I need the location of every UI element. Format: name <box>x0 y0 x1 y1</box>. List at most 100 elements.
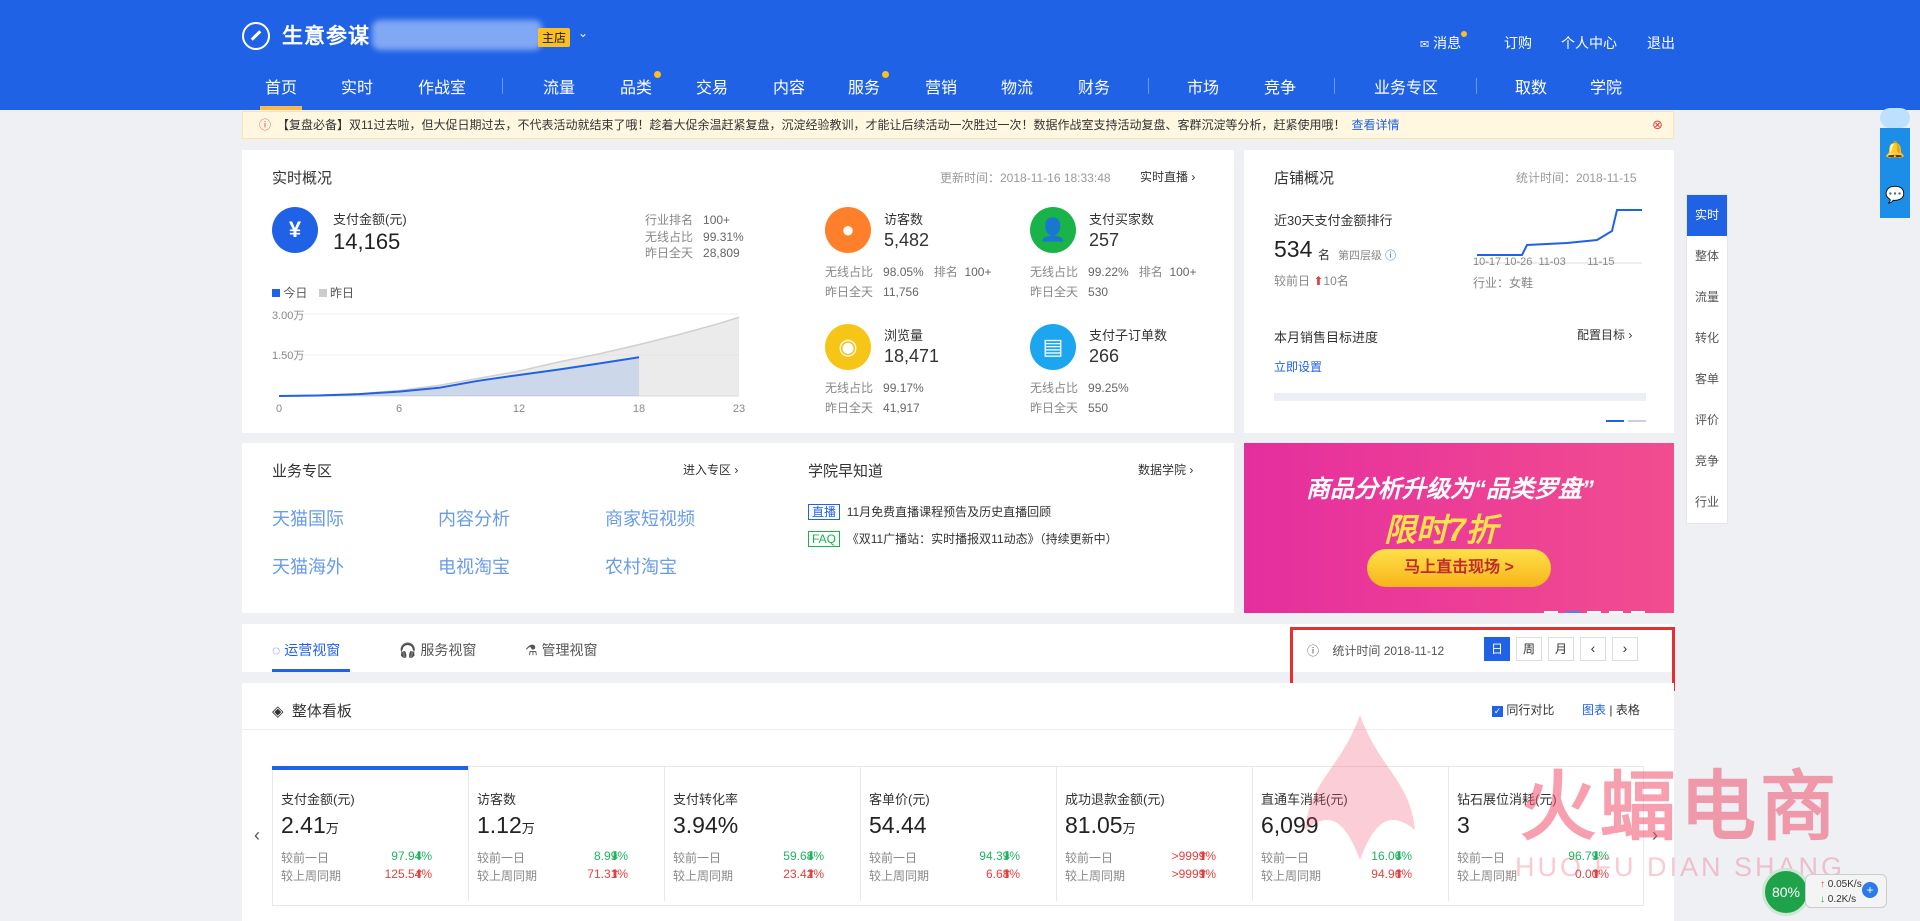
period-week-button[interactable]: 周 <box>1516 637 1542 661</box>
compare-toggle[interactable]: ✓ 同行对比 <box>1492 701 1554 718</box>
brand-name[interactable]: 生意参谋 <box>282 20 370 50</box>
next-date-button[interactable]: › <box>1612 637 1638 661</box>
kpi-compare-day: 较前一日 59.68% ⬇ <box>673 849 824 865</box>
biz-link[interactable]: 电视淘宝 <box>438 553 510 579</box>
metric-stats: 无线占比 99.17% 昨日全天 41,917 <box>825 381 924 415</box>
live-link[interactable]: 实时直播 › <box>1140 168 1195 185</box>
kpi-card[interactable]: 支付转化率 3.94% 较前一日 59.68% ⬇ 较上周同期 23.42% ⬆ <box>665 767 861 901</box>
arrow-down-icon: ⬇ <box>413 849 424 863</box>
nav-finance[interactable]: 财务 <box>1078 74 1110 98</box>
kpi-card[interactable]: 访客数 1.12万 较前一日 8.99% ⬇ 较上周同期 71.31% ⬆ <box>469 767 665 901</box>
anchor-traffic[interactable]: 流量 <box>1687 277 1727 318</box>
biz-link[interactable]: 商家短视频 <box>605 505 695 531</box>
nav-marketing[interactable]: 营销 <box>925 74 957 98</box>
nav-war-room[interactable]: 作战室 <box>418 74 466 98</box>
chevron-down-icon[interactable]: ⌄ <box>578 26 588 40</box>
pager-dot[interactable] <box>1587 611 1602 613</box>
set-now-link[interactable]: 立即设置 <box>1274 358 1322 375</box>
kpi-card[interactable]: 支付金额(元) 2.41万 较前一日 97.94% ⬇ 较上周同期 125.54% ⬆ <box>273 767 469 901</box>
nav-logistics[interactable]: 物流 <box>1001 74 1033 98</box>
notice-text: 【复盘必备】双11过去啦，但大促日期过去，不代表活动就结束了哦！趁着大促余温赶紧… <box>277 118 1346 132</box>
academy-item[interactable]: FAQ 《双11广播站：实时播报双11动态》（持续更新中） <box>808 530 1118 547</box>
anchor-conversion[interactable]: 转化 <box>1687 318 1727 359</box>
nav-service[interactable]: 服务 <box>848 71 890 98</box>
anchor-realtime[interactable]: 实时 <box>1687 195 1727 236</box>
chat-icon[interactable]: 💬 <box>1880 173 1910 218</box>
nav-data-fetch[interactable]: 取数 <box>1515 74 1547 98</box>
bell-icon[interactable]: 🔔 <box>1880 128 1910 173</box>
message-link[interactable]: ✉ 消息 <box>1420 31 1468 53</box>
subscribe-link[interactable]: 订购 <box>1504 33 1532 53</box>
arrow-down-icon: ⬇ <box>1001 849 1012 863</box>
nav-market[interactable]: 市场 <box>1187 74 1219 98</box>
nav-business-zone[interactable]: 业务专区 <box>1374 74 1438 98</box>
pager-dot[interactable] <box>1565 611 1580 613</box>
checkbox-checked-icon[interactable]: ✓ <box>1492 706 1503 717</box>
nav-competition[interactable]: 竞争 <box>1264 74 1296 98</box>
arrow-down-icon: ⬇ <box>609 849 620 863</box>
logout-link[interactable]: 退出 <box>1647 33 1675 53</box>
notice-detail-link[interactable]: 查看详情 <box>1351 118 1399 132</box>
anchor-avg-order[interactable]: 客单 <box>1687 359 1727 400</box>
kpi-label: 直通车消耗(元) <box>1261 792 1348 807</box>
promo-banner[interactable]: 商品分析升级为“品类罗盘” 限时7折 马上直击现场 > <box>1244 443 1674 613</box>
nav-realtime[interactable]: 实时 <box>341 74 373 98</box>
biz-link[interactable]: 天猫国际 <box>272 505 344 531</box>
period-day-button[interactable]: 日 <box>1484 637 1510 661</box>
nav-content[interactable]: 内容 <box>773 74 805 98</box>
kpi-card[interactable]: 直通车消耗(元) 6,099 较前一日 16.06% ⬇ 较上周同期 94.96% ⬆ <box>1253 767 1449 901</box>
memory-percent-badge[interactable]: 80% <box>1762 868 1810 916</box>
kpi-card[interactable]: 成功退款金额(元) 81.05万 较前一日 >9999% ⬆ 较上周同期 >9999% ⬆ <box>1057 767 1253 901</box>
nav-traffic[interactable]: 流量 <box>543 74 575 98</box>
pager-dot[interactable] <box>1606 420 1624 422</box>
goal-progress-bar <box>1274 393 1646 401</box>
pager-dot[interactable] <box>1628 420 1646 422</box>
anchor-overall[interactable]: 整体 <box>1687 236 1727 277</box>
enter-zone-link[interactable]: 进入专区 › <box>683 461 738 478</box>
nav-trade[interactable]: 交易 <box>696 74 728 98</box>
pager-dot[interactable] <box>1608 611 1623 613</box>
biz-link[interactable]: 内容分析 <box>438 505 510 531</box>
kpi-compare-day: 较前一日 97.94% ⬇ <box>281 849 432 865</box>
chevron-left-icon[interactable]: ‹ <box>254 825 260 846</box>
nav-category[interactable]: 品类 <box>620 71 662 98</box>
x-tick-label: 23 <box>733 403 745 415</box>
period-month-button[interactable]: 月 <box>1548 637 1574 661</box>
academy-item[interactable]: 直播 11月免费直播课程预告及历史直播回顾 <box>808 503 1051 520</box>
kpi-strip: 支付金额(元) 2.41万 较前一日 97.94% ⬇ 较上周同期 125.54% ⬆ 访客数 1… <box>272 766 1644 906</box>
chevron-right-icon[interactable]: › <box>1652 825 1658 846</box>
anchor-review[interactable]: 评价 <box>1687 400 1727 441</box>
close-icon[interactable]: ⊗ <box>1652 112 1663 138</box>
banner-button[interactable]: 马上直击现场 > <box>1367 549 1551 587</box>
kpi-card[interactable]: 钻石展位消耗(元) 3 较前一日 96.79% ⬇ 较上周同期 0.00% ⬆ <box>1449 767 1645 901</box>
tab-service[interactable]: 🎧 服务视窗 <box>399 640 476 660</box>
nav-academy[interactable]: 学院 <box>1590 74 1622 98</box>
cloud-icon[interactable] <box>1880 108 1910 128</box>
biz-link[interactable]: 天猫海外 <box>272 553 344 579</box>
kpi-card[interactable]: 客单价(元) 54.44 较前一日 94.39% ⬇ 较上周同期 6.68% ⬆ <box>861 767 1057 901</box>
compass-logo-icon[interactable] <box>242 22 270 50</box>
pager-dot[interactable] <box>1630 611 1645 613</box>
pager-dot[interactable] <box>1544 611 1558 613</box>
nav-active-indicator <box>260 106 302 110</box>
chevron-right-icon: › <box>1189 463 1194 477</box>
update-time: 更新时间：2018-11-16 18:33:48 <box>940 171 1111 185</box>
stat-date: ⓘ 统计时间 2018-11-12 <box>1307 644 1445 658</box>
tier-label[interactable]: 第四层级 ⓘ <box>1338 247 1396 263</box>
chart-mode-link[interactable]: 图表 <box>1582 703 1606 717</box>
anchor-competition[interactable]: 竞争 <box>1687 441 1727 482</box>
plus-icon[interactable]: + <box>1862 882 1878 898</box>
buyers-icon: 👤 <box>1030 207 1076 253</box>
tab-management[interactable]: ⚗ 管理视窗 <box>525 640 597 660</box>
table-mode-link[interactable]: 表格 <box>1616 703 1640 717</box>
anchor-industry[interactable]: 行业 <box>1687 482 1727 523</box>
data-academy-link[interactable]: 数据学院 › <box>1138 461 1193 478</box>
card-title: 店铺概况 <box>1274 170 1335 187</box>
biz-link[interactable]: 农村淘宝 <box>605 553 677 579</box>
personal-center-link[interactable]: 个人中心 <box>1561 33 1617 53</box>
prev-date-button[interactable]: ‹ <box>1580 637 1606 661</box>
legend-yesterday-swatch <box>318 289 327 297</box>
nav-home[interactable]: 首页 <box>265 74 297 98</box>
configure-goal-link[interactable]: 配置目标 › <box>1577 326 1632 343</box>
tab-operations[interactable]: ◌ 运营视窗 <box>272 640 340 660</box>
